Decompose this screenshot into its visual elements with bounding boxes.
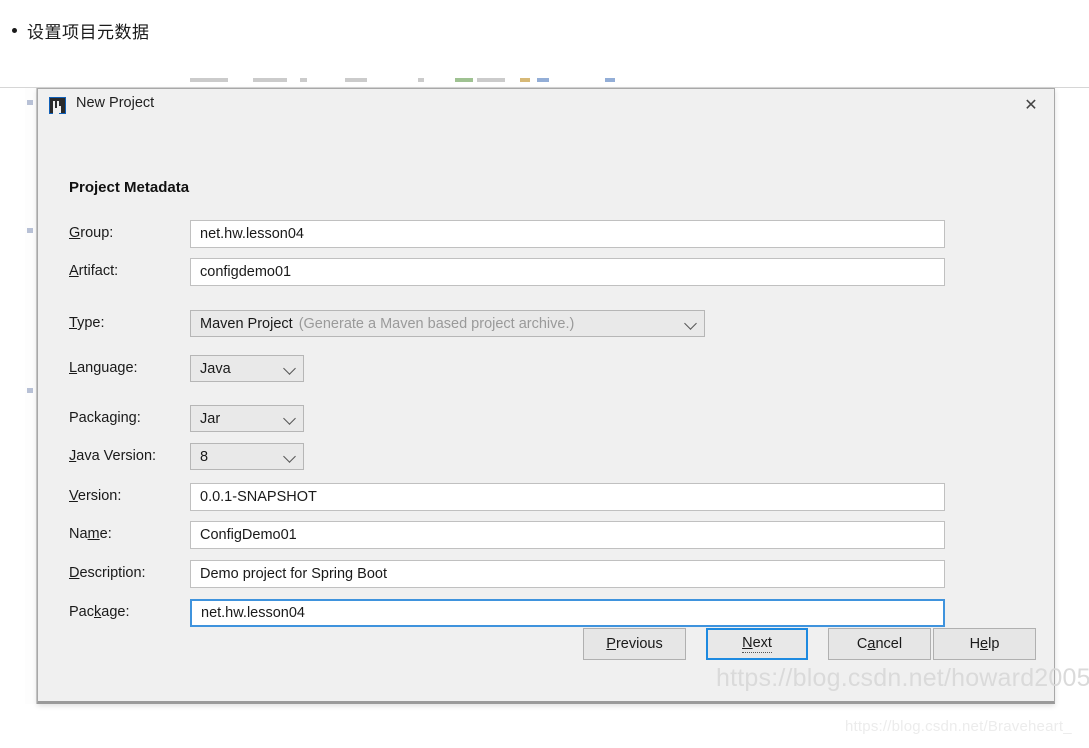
- section-title: Project Metadata: [69, 179, 190, 196]
- java-version-label: Java Version:: [69, 448, 157, 464]
- version-label: Version:: [69, 488, 122, 504]
- bullet-dot-icon: [12, 28, 17, 33]
- description-input-value: Demo project for Spring Boot: [200, 566, 387, 582]
- chevron-down-icon: [283, 361, 296, 375]
- bullet-list-item: 设置项目元数据: [12, 18, 150, 43]
- description-input[interactable]: Demo project for Spring Boot: [190, 560, 945, 588]
- artifact-label: Artifact:: [69, 263, 119, 279]
- language-dropdown[interactable]: Java: [190, 355, 304, 382]
- name-input-value: ConfigDemo01: [200, 527, 297, 543]
- description-label: Description:: [69, 565, 146, 581]
- next-button[interactable]: Next: [706, 628, 808, 660]
- type-dropdown[interactable]: Maven Project (Generate a Maven based pr…: [190, 310, 705, 337]
- java-version-dropdown-value: 8: [200, 448, 209, 465]
- dialog-body: Project Metadata Group: net.hw.lesson04 …: [38, 122, 1054, 705]
- close-icon[interactable]: ✕: [1008, 89, 1054, 122]
- intellij-idea-icon: [49, 97, 66, 114]
- package-label: Package:: [69, 604, 130, 620]
- background-window-sliver: [0, 70, 1089, 88]
- package-input[interactable]: net.hw.lesson04: [190, 599, 945, 627]
- bullet-item-label: 设置项目元数据: [27, 23, 150, 42]
- language-dropdown-value: Java: [200, 360, 231, 377]
- type-dropdown-value: Maven Project: [200, 315, 293, 332]
- packaging-dropdown-value: Jar: [200, 410, 221, 427]
- group-input[interactable]: net.hw.lesson04: [190, 220, 945, 248]
- watermark-bottom: https://blog.csdn.net/Braveheart_: [845, 718, 1072, 735]
- type-dropdown-hint: (Generate a Maven based project archive.…: [298, 315, 575, 332]
- cancel-button[interactable]: Cancel: [828, 628, 931, 660]
- background-window-left-strip: [25, 88, 37, 704]
- version-input-value: 0.0.1-SNAPSHOT: [200, 489, 317, 505]
- previous-button[interactable]: Previous: [583, 628, 686, 660]
- name-input[interactable]: ConfigDemo01: [190, 521, 945, 549]
- group-input-value: net.hw.lesson04: [200, 226, 304, 242]
- chevron-down-icon: [283, 449, 296, 463]
- packaging-label: Packaging:: [69, 410, 141, 426]
- artifact-input-value: configdemo01: [200, 264, 292, 280]
- package-input-value: net.hw.lesson04: [201, 605, 305, 621]
- group-label: Group:: [69, 225, 114, 241]
- language-label: Language:: [69, 360, 138, 376]
- name-label: Name:: [69, 526, 112, 542]
- version-input[interactable]: 0.0.1-SNAPSHOT: [190, 483, 945, 511]
- dialog-title: New Project: [76, 95, 155, 111]
- java-version-dropdown[interactable]: 8: [190, 443, 304, 470]
- artifact-input[interactable]: configdemo01: [190, 258, 945, 286]
- packaging-dropdown[interactable]: Jar: [190, 405, 304, 432]
- help-button[interactable]: Help: [933, 628, 1036, 660]
- new-project-dialog: New Project ✕ Project Metadata Group: ne…: [37, 88, 1055, 704]
- chevron-down-icon: [684, 316, 697, 330]
- chevron-down-icon: [283, 411, 296, 425]
- screenshot-root: 设置项目元数据 New Project ✕ Project Metadata G…: [0, 0, 1089, 748]
- type-label: Type:: [69, 315, 105, 331]
- dialog-titlebar: New Project ✕: [38, 89, 1054, 122]
